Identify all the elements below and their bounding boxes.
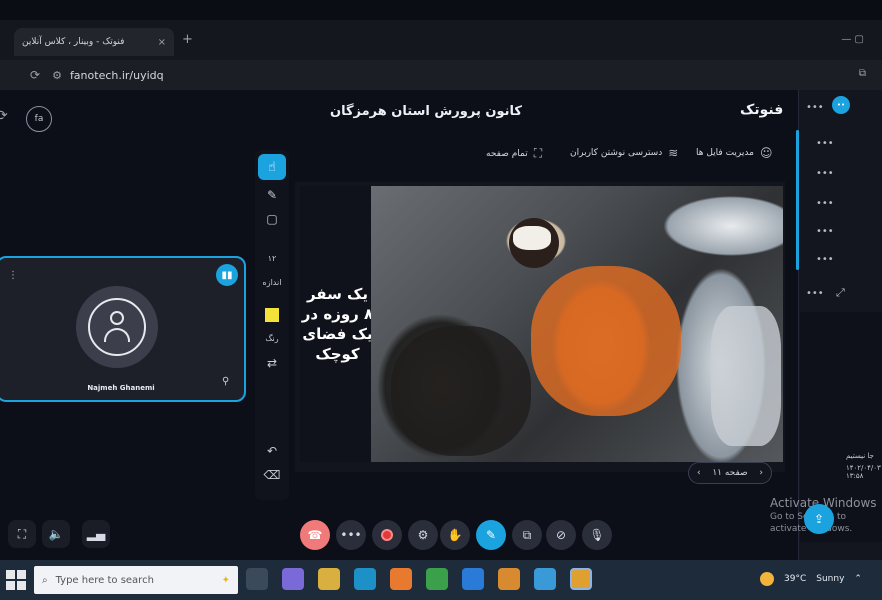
fullscreen-label: تمام صفحه — [486, 148, 528, 159]
color-label: رنگ — [265, 334, 279, 343]
fullscreen-icon: ⛶ — [533, 146, 543, 160]
settings-button[interactable]: ⚙ — [408, 520, 438, 550]
tab-title: فنوتک - وبینار ، کلاس آنلاین — [22, 37, 125, 47]
file-explorer-icon[interactable] — [318, 568, 340, 590]
firefox-icon[interactable] — [390, 568, 412, 590]
weather-widget[interactable]: 39°C Sunny ⌃ — [760, 572, 862, 586]
pen-tool-icon[interactable]: ✎ — [255, 188, 289, 202]
slide-caption: یک سفر ۸ روزه در یک فضای کوچک — [300, 186, 375, 462]
sidebar-item-menu[interactable]: ••• — [816, 198, 834, 209]
record-button[interactable] — [372, 520, 402, 550]
chat-message: جا نیستیم — [846, 452, 874, 460]
speaker-icon[interactable]: 🔈 — [42, 520, 70, 548]
extensions-icon[interactable]: ⧉ — [859, 68, 866, 79]
sidebar-item-menu[interactable]: ••• — [816, 138, 834, 149]
weather-temp: 39°C — [784, 574, 807, 584]
share-screen-button[interactable]: ⧉ — [512, 520, 542, 550]
tab-close-icon[interactable]: × — [158, 37, 166, 48]
size-label: اندازه — [262, 278, 282, 287]
new-tab-button[interactable]: + — [182, 32, 193, 47]
speaking-icon: ▮▮ — [216, 264, 238, 286]
app-container: ⟳ fa کانون پرورش استان هرمزگان فنوتک مدی… — [0, 90, 882, 560]
color-swatch[interactable] — [265, 308, 279, 322]
tile-menu-icon[interactable]: ⋮ — [8, 270, 18, 281]
raise-hand-button[interactable]: ✋ — [440, 520, 470, 550]
slide-pager[interactable]: ‹ صفحه ۱۱ › — [688, 462, 772, 484]
site-settings-icon[interactable]: ⚙ — [52, 69, 62, 82]
next-slide-icon[interactable]: › — [759, 468, 763, 478]
app-icon[interactable] — [426, 568, 448, 590]
copilot-icon[interactable] — [282, 568, 304, 590]
window-controls[interactable]: — ▢ — [841, 34, 864, 45]
eraser-icon[interactable]: ⌫ — [255, 468, 289, 482]
tray-chevron-icon[interactable]: ⌃ — [854, 574, 862, 584]
reload-icon[interactable]: ⟳ — [30, 68, 40, 82]
url-text[interactable]: fanotech.ir/uyidq — [70, 69, 164, 82]
fullscreen-toggle-icon[interactable]: ⛶ — [8, 520, 36, 548]
browser-tab[interactable]: فنوتک - وبینار ، کلاس آنلاین × — [14, 28, 174, 56]
edge-icon[interactable] — [354, 568, 376, 590]
app-icon[interactable] — [498, 568, 520, 590]
swap-icon[interactable]: ⇄ — [255, 356, 289, 370]
share-button[interactable]: ⇪ — [804, 504, 834, 534]
shape-tool-icon[interactable]: ▢ — [255, 212, 289, 226]
more-icon[interactable]: ••• — [806, 102, 824, 113]
sidebar-item-menu[interactable]: ••• — [816, 226, 834, 237]
user-badge-icon[interactable]: •• — [832, 96, 850, 114]
sidebar-scroll-indicator[interactable] — [796, 130, 799, 270]
task-view-icon[interactable] — [246, 568, 268, 590]
write-access-label: دسترسی نوشتن کاربران — [570, 148, 663, 158]
mic-off-button[interactable]: 🎙 — [582, 520, 612, 550]
app-icon[interactable] — [534, 568, 556, 590]
layers-icon: ≋ — [668, 146, 679, 160]
end-call-button[interactable]: ☎ — [300, 520, 330, 550]
start-button[interactable] — [6, 570, 26, 590]
store-icon[interactable] — [462, 568, 484, 590]
sidebar-item-menu[interactable]: ••• — [816, 168, 834, 179]
prev-slide-icon[interactable]: ‹ — [697, 468, 701, 478]
sidebar-more-icon[interactable]: ••• — [806, 288, 824, 299]
language-icon[interactable]: fa — [26, 106, 52, 132]
pointer-tool-icon[interactable]: ☝ — [258, 154, 286, 180]
chat-timestamp: ۱۴۰۲/۰۴/۰۳ ۱۳:۵۸ — [846, 464, 881, 480]
taskbar: ⌕ Type here to search ✦ 39°C Sunny ⌃ — [0, 560, 882, 600]
sidebar-item-menu[interactable]: ••• — [816, 254, 834, 265]
search-icon: ⌕ — [42, 574, 48, 586]
taskbar-search[interactable]: ⌕ Type here to search ✦ — [34, 566, 238, 594]
refresh-icon[interactable]: ⟳ — [0, 108, 8, 124]
whiteboard-toolbar: ☝ ✎ ▢ ۱۲ اندازه رنگ ⇄ ↶ ⌫ — [255, 150, 289, 500]
chrome-icon[interactable] — [570, 568, 592, 590]
search-placeholder: Type here to search — [55, 574, 154, 586]
room-title: کانون پرورش استان هرمزگان — [330, 104, 522, 119]
file-manager-label: مدیریت فایل ها — [696, 148, 754, 158]
participant-name: Najmeh Ghanemi — [87, 384, 155, 392]
avatar — [76, 286, 158, 368]
sun-icon — [760, 572, 774, 586]
camera-off-button[interactable]: ⊘ — [546, 520, 576, 550]
sparkle-icon: ✦ — [221, 574, 230, 586]
slide-photo — [371, 186, 783, 462]
whiteboard-button[interactable]: ✎ — [476, 520, 506, 550]
weather-text: Sunny — [816, 574, 845, 584]
folder-icon: ☺ — [759, 146, 773, 160]
browser-tabbar: فنوتک - وبینار ، کلاس آنلاین × + — ▢ — [0, 20, 882, 60]
page-label[interactable]: صفحه ۱۱ — [712, 468, 747, 478]
size-value[interactable]: ۱۲ — [255, 254, 289, 263]
write-access-button[interactable]: دسترسی نوشتن کاربران ≋ — [570, 146, 678, 160]
expand-icon[interactable]: ⤢ — [836, 286, 845, 300]
network-icon[interactable]: ▂▄ — [82, 520, 110, 548]
app-header: ⟳ fa کانون پرورش استان هرمزگان فنوتک — [0, 90, 800, 136]
pin-icon[interactable]: ⚲ — [222, 376, 229, 387]
brand-name: فنوتک — [740, 102, 784, 118]
more-options-button[interactable]: ••• — [336, 520, 366, 550]
address-bar[interactable]: ⟳ ⚙ fanotech.ir/uyidq ⧉ — [0, 60, 882, 90]
fullscreen-button[interactable]: تمام صفحه ⛶ — [486, 146, 542, 161]
participant-tile[interactable]: ⋮ ▮▮ Najmeh Ghanemi ⚲ — [0, 256, 246, 402]
file-manager-button[interactable]: مدیریت فایل ها ☺ — [696, 146, 772, 160]
undo-icon[interactable]: ↶ — [255, 444, 289, 458]
